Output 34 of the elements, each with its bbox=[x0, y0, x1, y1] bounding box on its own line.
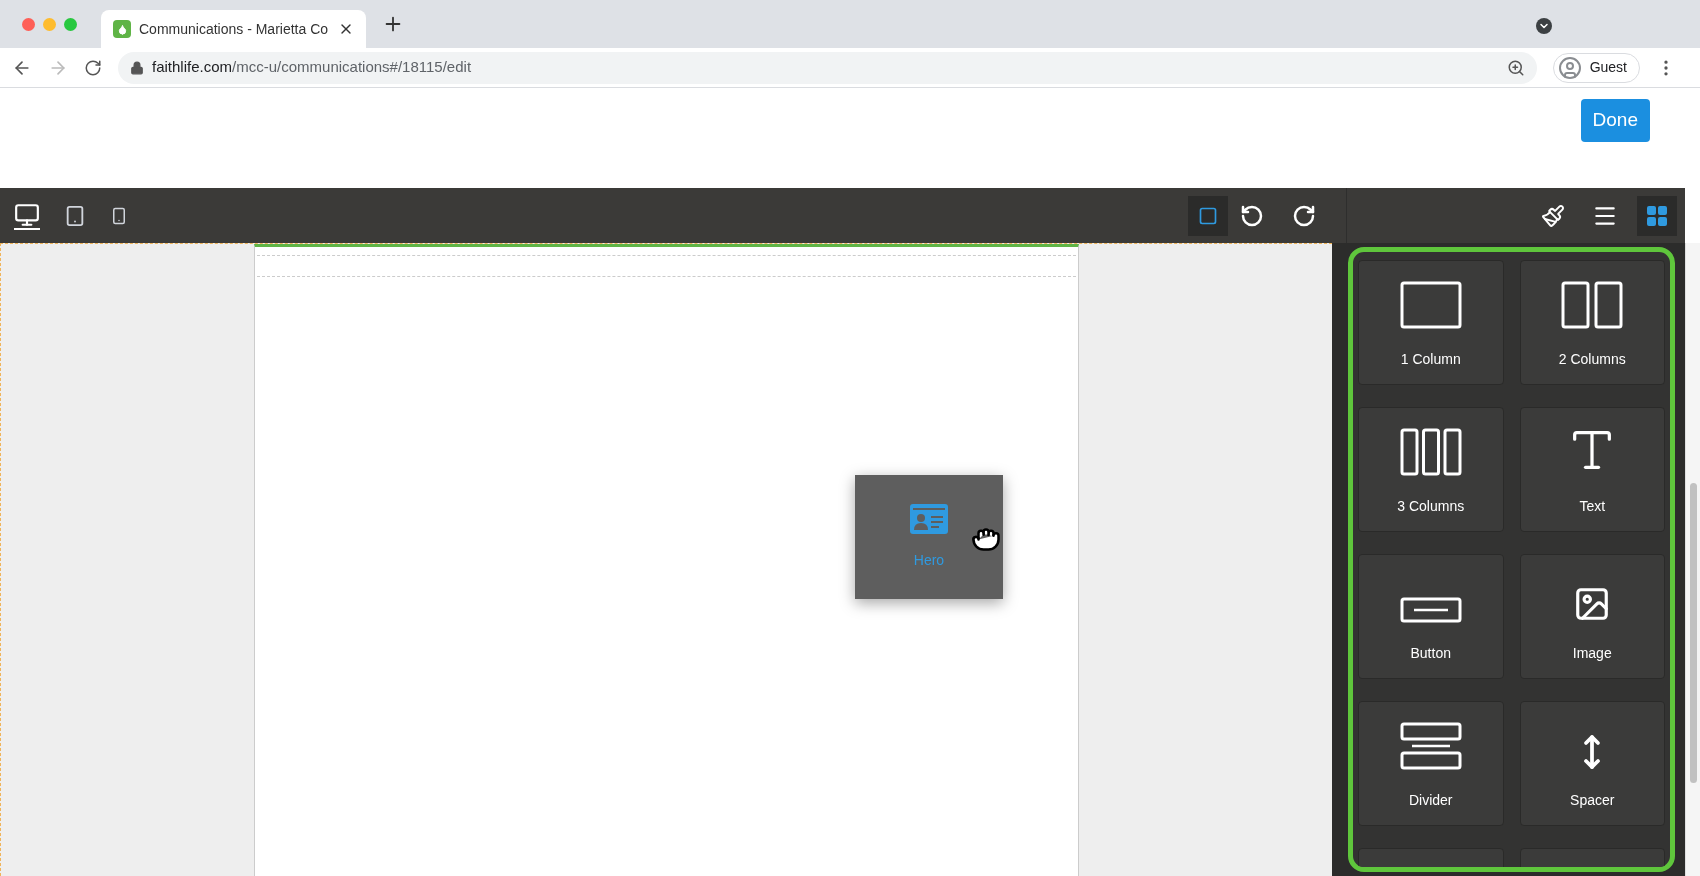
block-tile[interactable]: Text bbox=[1519, 407, 1665, 532]
reload-icon[interactable] bbox=[84, 58, 102, 77]
block-tile[interactable]: Image bbox=[1519, 554, 1665, 679]
zoom-icon[interactable] bbox=[1506, 58, 1525, 77]
outline-toggle[interactable] bbox=[1188, 195, 1228, 236]
redo-icon[interactable] bbox=[1292, 203, 1316, 228]
undo-icon[interactable] bbox=[1240, 203, 1264, 228]
square-outline-icon bbox=[1198, 205, 1218, 226]
email-page[interactable] bbox=[254, 244, 1079, 876]
address-field[interactable]: faithlife.com/mcc-u/communications#/18115/edit bbox=[118, 51, 1537, 84]
url-text: faithlife.com/mcc-u/communications#/18115/edit bbox=[152, 57, 472, 78]
block-tile[interactable]: Divider bbox=[1358, 701, 1504, 826]
tablet-icon[interactable] bbox=[64, 204, 86, 227]
block-tile[interactable]: 1 Column bbox=[1358, 260, 1504, 385]
three-columns-icon bbox=[1399, 428, 1462, 476]
browser-tab[interactable]: Communications - Marietta Co bbox=[101, 10, 366, 48]
block-label: Hero bbox=[913, 550, 945, 570]
desktop-icon[interactable] bbox=[14, 201, 40, 230]
block-tile[interactable]: 3 Columns bbox=[1358, 407, 1504, 532]
tab-title: Communications - Marietta Co bbox=[139, 19, 329, 39]
block-tile[interactable]: Button bbox=[1358, 554, 1504, 679]
single-column-icon bbox=[1399, 281, 1462, 329]
droplet-logo-icon bbox=[113, 20, 131, 38]
button-shape-icon bbox=[1399, 597, 1462, 623]
phone-icon[interactable] bbox=[110, 206, 128, 225]
block-tile[interactable]: 2 Columns bbox=[1519, 260, 1665, 385]
block-tile[interactable]: Spacer bbox=[1519, 701, 1665, 826]
divider-icon bbox=[1399, 722, 1462, 770]
grid-icon[interactable] bbox=[1637, 195, 1677, 236]
lock-icon bbox=[130, 60, 144, 75]
tab-search-icon[interactable] bbox=[1536, 18, 1552, 34]
id-card-icon bbox=[910, 503, 948, 534]
user-avatar-icon bbox=[1557, 55, 1582, 80]
two-columns-icon bbox=[1561, 281, 1624, 329]
